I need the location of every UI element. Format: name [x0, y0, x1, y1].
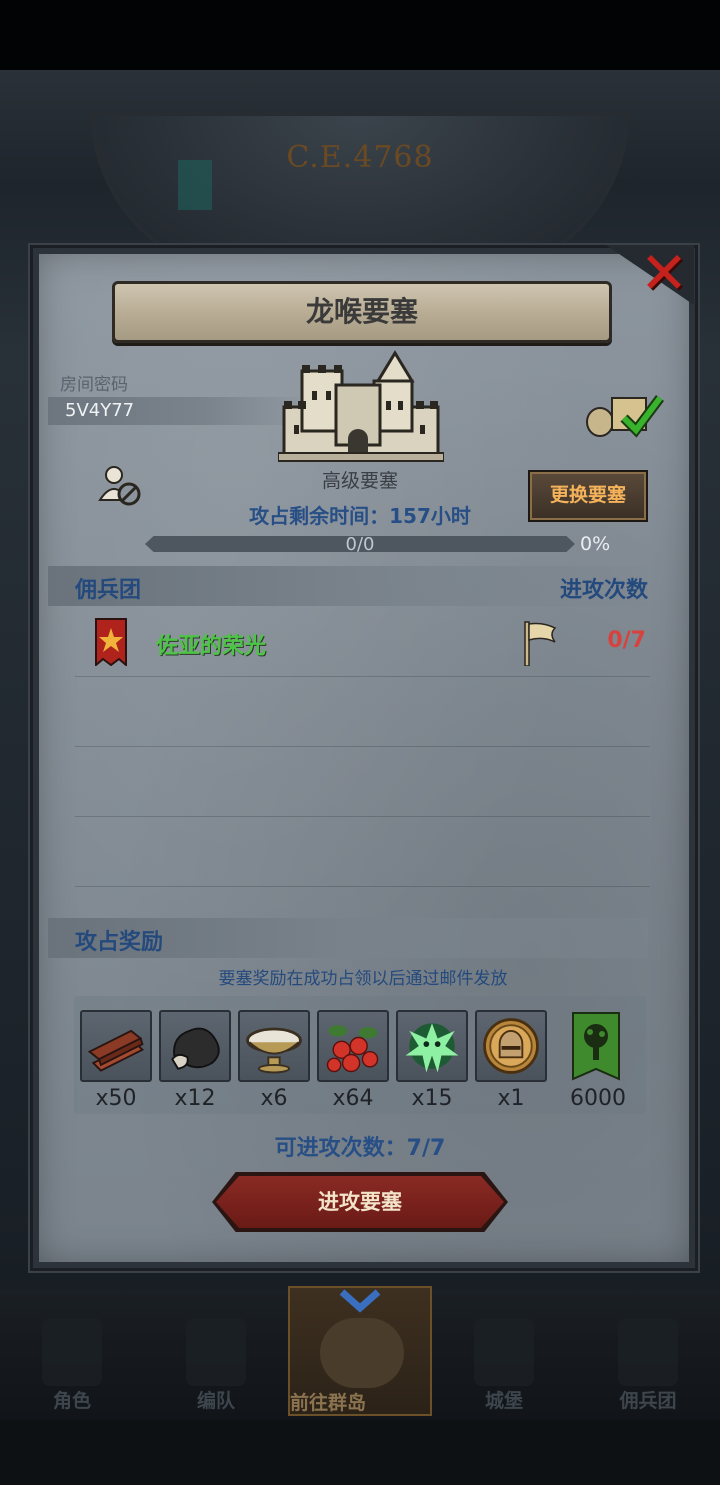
divider — [75, 746, 650, 747]
reward-qty: x64 — [332, 1086, 374, 1111]
reward-qty: 6000 — [570, 1086, 626, 1111]
nav-label: 角色 — [52, 1390, 91, 1412]
castle-icon — [474, 1318, 534, 1386]
progress-text: 0/0 — [345, 534, 375, 555]
mercenary-banner-icon — [95, 618, 127, 668]
reward-qty: x50 — [95, 1086, 137, 1111]
reward-note: 要塞奖励在成功占领以后通过邮件发放 — [218, 969, 508, 989]
mercenary-header: 佣兵团 — [75, 578, 142, 603]
attack-fortress-button[interactable]: 进攻要塞 — [216, 1176, 504, 1228]
fortress-level: 高级要塞 — [321, 470, 398, 492]
progress-percent: 0% — [580, 533, 611, 555]
reward-qty: x6 — [260, 1086, 288, 1111]
no-visitors-icon[interactable] — [96, 462, 144, 510]
attempts-remaining: 可进攻次数：7/7 — [274, 1136, 446, 1161]
flag-icon — [522, 620, 558, 667]
nav-label: 佣兵团 — [619, 1390, 677, 1412]
room-code-label: 房间密码 — [60, 375, 128, 395]
berries-icon[interactable] — [317, 1010, 389, 1082]
ore-rock-icon[interactable] — [159, 1010, 231, 1082]
top-black-bar — [0, 0, 720, 70]
nav-label: 前往群岛 — [290, 1392, 367, 1414]
nav-item-castle[interactable]: 城堡 — [432, 1300, 576, 1418]
time-remaining: 攻占剩余时间：157小时 — [249, 504, 471, 528]
bottom-strip — [0, 1420, 720, 1485]
nav-item-formation[interactable]: 编队 — [144, 1300, 288, 1418]
green-spirit-icon[interactable] — [396, 1010, 468, 1082]
reward-qty: x1 — [497, 1086, 525, 1111]
background-era-text: C.E.4768 — [286, 140, 434, 175]
room-code[interactable]: 5V4Y77 — [65, 400, 134, 421]
wood-planks-icon[interactable] — [80, 1010, 152, 1082]
reward-qty: x12 — [174, 1086, 216, 1111]
reward-qty: x15 — [411, 1086, 453, 1111]
helmet-icon — [186, 1318, 246, 1386]
mercenary-name: 佐亚的荣光 — [156, 634, 267, 659]
nav-label: 城堡 — [484, 1390, 523, 1412]
nav-label: 编队 — [196, 1390, 235, 1412]
mercenary-icon — [618, 1318, 678, 1386]
milk-bowl-icon[interactable] — [238, 1010, 310, 1082]
change-fortress-button[interactable]: 更换要塞 — [528, 470, 648, 522]
castle-icon — [277, 345, 445, 465]
tree-banner-icon[interactable] — [572, 1012, 620, 1082]
divider — [75, 816, 650, 817]
mercenary-attack-count: 0/7 — [607, 628, 646, 653]
supply-ready-icon[interactable] — [584, 388, 666, 438]
nav-item-character[interactable]: 角色 — [0, 1300, 144, 1418]
divider — [75, 886, 650, 887]
nav-item-mercenary[interactable]: 佣兵团 — [576, 1300, 720, 1418]
reward-header: 攻占奖励 — [75, 930, 164, 955]
dialog-title: 龙喉要塞 — [305, 295, 418, 328]
knight-icon — [42, 1318, 102, 1386]
divider — [75, 676, 650, 677]
attack-count-header: 进攻次数 — [559, 578, 648, 603]
close-icon[interactable]: ✕ — [636, 244, 692, 302]
compass-icon — [320, 1318, 404, 1388]
chevron-down-icon — [336, 1288, 384, 1318]
knight-helmet-coin-icon[interactable] — [475, 1010, 547, 1082]
